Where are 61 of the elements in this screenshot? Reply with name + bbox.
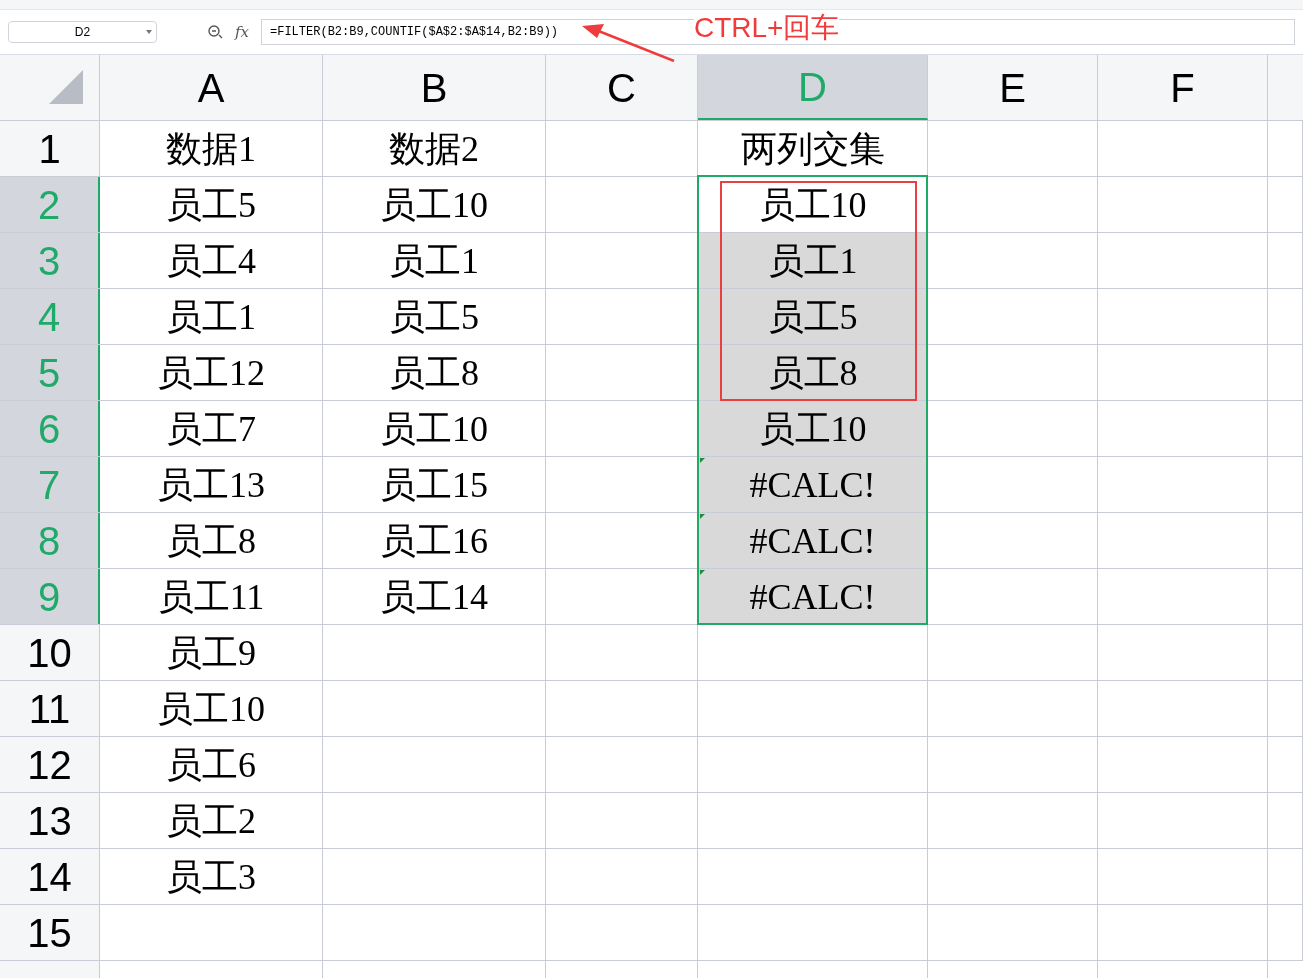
cell-text: 员工10 xyxy=(380,186,488,223)
cell-text: 员工6 xyxy=(166,746,256,783)
cell-text: 员工1 xyxy=(389,242,479,279)
cell-text: 员工4 xyxy=(166,242,256,279)
select-all-icon[interactable] xyxy=(49,70,83,104)
function-icon[interactable]: fx xyxy=(235,20,249,44)
cell-text: 员工16 xyxy=(380,522,488,559)
cell-text: 员工1 xyxy=(767,242,858,279)
cell-text: 员工2 xyxy=(166,802,256,839)
selected-cell[interactable]: 员工1 xyxy=(698,233,928,288)
row-header[interactable]: 15 xyxy=(0,905,100,960)
row-header[interactable]: 14 xyxy=(0,849,100,904)
row-header[interactable]: 10 xyxy=(0,625,100,680)
selected-cell[interactable]: #CALC! xyxy=(698,457,928,512)
column-header[interactable]: A xyxy=(100,55,323,120)
cell-text: 员工15 xyxy=(380,466,488,503)
zoom-icon[interactable] xyxy=(207,24,223,40)
row-header[interactable]: 12 xyxy=(0,737,100,792)
error-indicator-icon xyxy=(700,570,705,575)
column-header[interactable]: F xyxy=(1098,55,1268,120)
cell-text: 员工5 xyxy=(166,186,256,223)
cell-text: 数据1 xyxy=(166,130,256,167)
cell-text: 员工10 xyxy=(380,410,488,447)
selected-cell[interactable]: #CALC! xyxy=(698,513,928,568)
row-header[interactable]: 1 xyxy=(0,121,100,176)
cell-text: 员工8 xyxy=(767,354,858,391)
cell-text: 员工3 xyxy=(166,858,256,895)
cell-text: 员工13 xyxy=(157,466,265,503)
selected-cell[interactable]: 员工10 xyxy=(698,401,928,456)
cell-text: 员工10 xyxy=(758,186,867,223)
annotation-text: CTRL+回车 xyxy=(694,14,840,42)
cell-text: 数据2 xyxy=(389,130,479,167)
column-header[interactable]: E xyxy=(928,55,1098,120)
error-indicator-icon xyxy=(700,458,705,463)
row-header[interactable]: 11 xyxy=(0,681,100,736)
cell-text: #CALC! xyxy=(749,466,876,503)
dropdown-caret-icon xyxy=(146,30,152,34)
selected-cell[interactable]: 员工8 xyxy=(698,345,928,400)
cell-text: 员工1 xyxy=(166,298,256,335)
cell-text: 员工12 xyxy=(157,354,265,391)
error-indicator-icon xyxy=(700,514,705,519)
cell-text: 员工14 xyxy=(380,578,488,615)
cell-text: 两列交集 xyxy=(740,130,885,167)
cell-text: 员工8 xyxy=(166,522,256,559)
cell-text: 员工7 xyxy=(166,410,256,447)
cell-text: 员工9 xyxy=(166,634,256,671)
cell-text: 员工5 xyxy=(389,298,479,335)
column-header[interactable]: B xyxy=(323,55,546,120)
name-box[interactable]: D2 xyxy=(8,21,157,43)
cell-text: #CALC! xyxy=(749,578,876,615)
cell-text: 员工5 xyxy=(767,298,858,335)
cell-text: #CALC! xyxy=(749,522,876,559)
cell-text: 员工11 xyxy=(157,578,265,615)
selected-cell[interactable]: 两列交集 xyxy=(698,121,928,176)
cell-text: 员工8 xyxy=(389,354,479,391)
cell-text: 员工10 xyxy=(157,690,265,727)
cell-text: 员工10 xyxy=(758,410,867,447)
selected-cell[interactable]: 员工5 xyxy=(698,289,928,344)
selected-cell[interactable]: 员工10 xyxy=(698,177,928,232)
selected-cell[interactable]: #CALC! xyxy=(698,569,928,624)
row-header[interactable]: 13 xyxy=(0,793,100,848)
